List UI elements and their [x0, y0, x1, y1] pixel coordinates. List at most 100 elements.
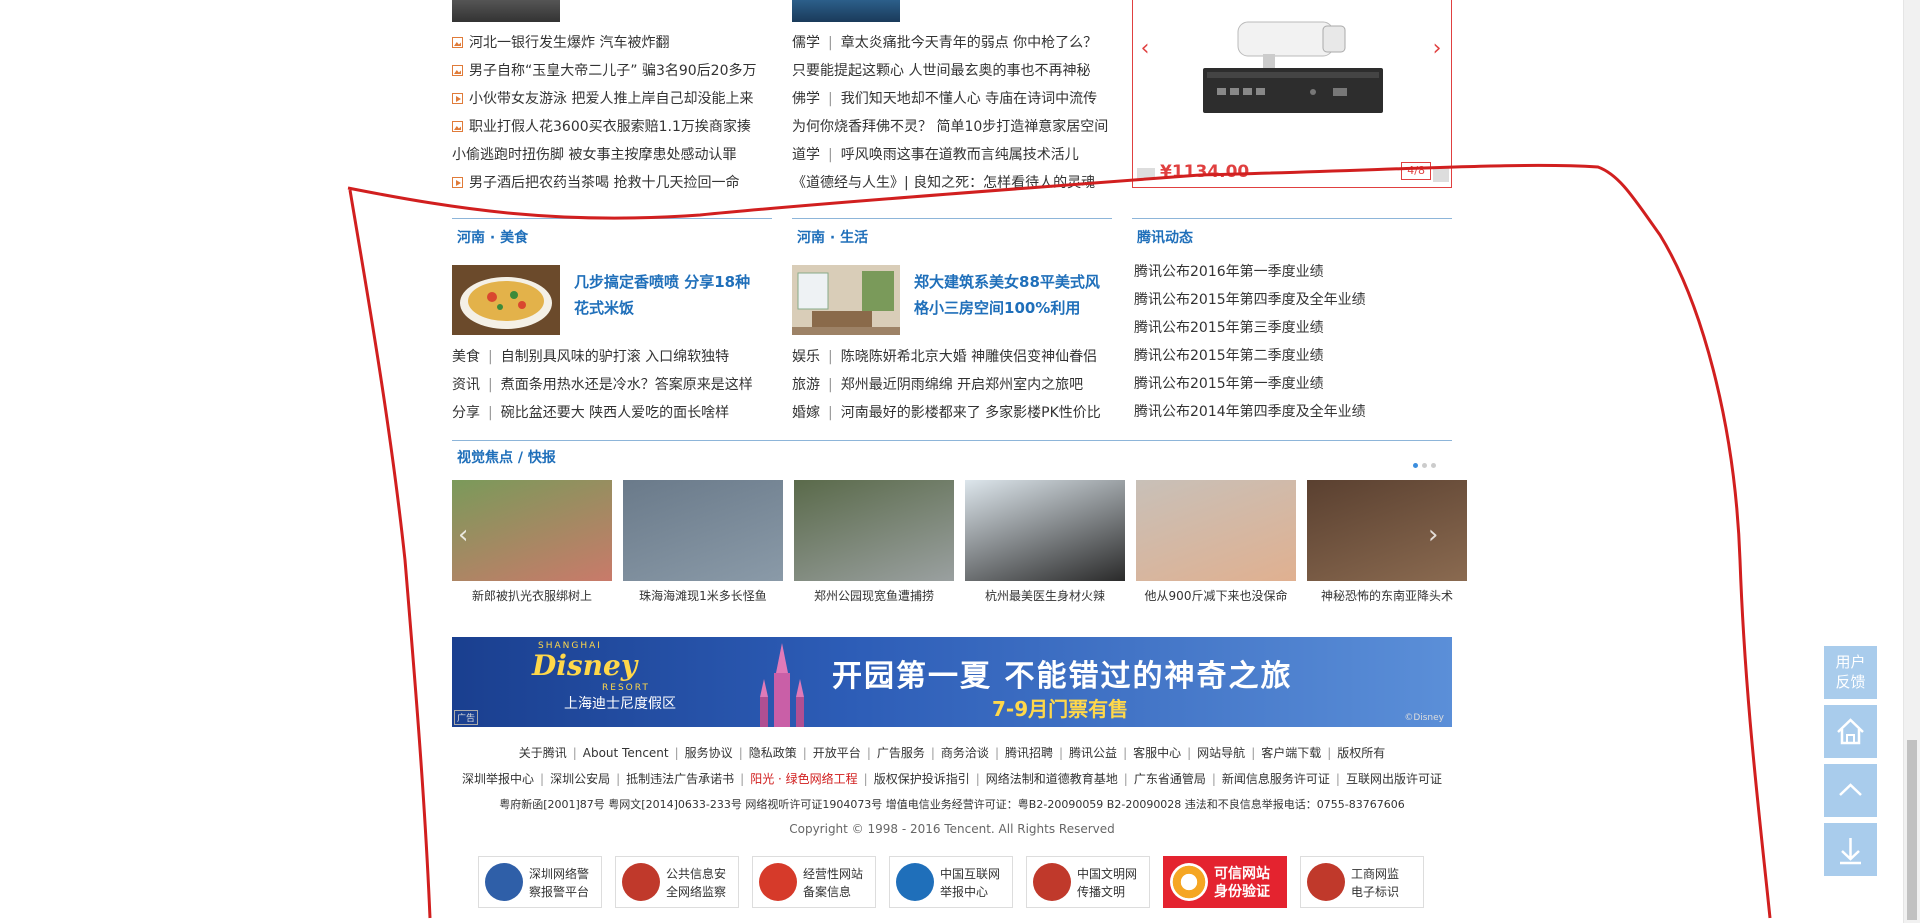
news-item[interactable]: 小偷逃跑时扭伤脚 被女事主按摩患处感动认罪 [452, 141, 772, 169]
news-item-text[interactable]: 职业打假人花3600买衣服索赔1.1万挨商家揍 [469, 119, 751, 135]
focus-photo[interactable] [794, 480, 954, 581]
scroll-bottom-button[interactable] [1824, 823, 1877, 876]
camera-product-image[interactable] [1193, 10, 1393, 125]
news-item[interactable]: 为何你烧香拜佛不灵？ 简单10步打造禅意家居空间 [792, 113, 1117, 141]
news-category[interactable]: 婚嫁 [792, 405, 820, 421]
photo-next-arrow[interactable]: › [1428, 520, 1438, 550]
footer-link[interactable]: 阳光 · 绿色网络工程 [750, 772, 857, 786]
news-category[interactable]: 道学 [792, 147, 820, 163]
product-ad-carousel[interactable]: ‹ › ¥1134.00 4/8 [1132, 0, 1452, 188]
news-item-text[interactable]: 自制别具风味的驴打滚 入口绵软独特 [501, 349, 729, 365]
news-item[interactable]: 旅游 | 郑州最近阴雨绵绵 开启郑州室内之旅吧 [792, 371, 1112, 399]
trust-badge[interactable]: 经营性网站 备案信息 [752, 856, 876, 908]
footer-link[interactable]: 版权所有 [1337, 746, 1385, 760]
news-item[interactable]: 男子自称“玉皇大帝二儿子” 骗3名90后20多万 [452, 57, 772, 85]
focus-photo[interactable] [452, 480, 612, 581]
news-item[interactable]: 婚嫁 | 河南最好的影楼都来了 多家影楼PK性价比 [792, 399, 1112, 427]
footer-link[interactable]: 腾讯招聘 [1005, 746, 1053, 760]
footer-link[interactable]: 关于腾讯 [519, 746, 567, 760]
news-item[interactable]: 道学 | 呼风唤雨这事在道教而言纯属技术活儿 [792, 141, 1117, 169]
home-button[interactable] [1824, 705, 1877, 758]
tencent-section-title[interactable]: 腾讯动态 [1137, 227, 1193, 247]
carousel-dot[interactable] [1413, 463, 1418, 468]
news-item[interactable]: 河北一银行发生爆炸 汽车被炸翻 [452, 29, 772, 57]
footer-link[interactable]: 网络法制和道德教育基地 [986, 772, 1118, 786]
photo-caption[interactable]: 郑州公园现宽鱼遭捕捞 [794, 587, 954, 604]
news-item[interactable]: 美食 | 自制别具风味的驴打滚 入口绵软独特 [452, 343, 772, 371]
scrollbar-thumb[interactable] [1907, 740, 1917, 920]
footer-link[interactable]: 隐私政策 [749, 746, 797, 760]
carousel-dots[interactable] [1409, 456, 1436, 472]
footer-link[interactable]: 腾讯公益 [1069, 746, 1117, 760]
life-feature-image[interactable] [792, 265, 900, 335]
disney-banner-ad[interactable]: SHANGHAI Disney RESORT 上海迪士尼度假区 开园第一夏 不能… [452, 637, 1452, 727]
footer-link[interactable]: 互联网出版许可证 [1346, 772, 1442, 786]
visual-focus-title[interactable]: 视觉焦点 / 快报 [457, 447, 556, 467]
trust-badge[interactable]: 公共信息安 全网络监察 [615, 856, 739, 908]
photo-caption[interactable]: 神秘恐怖的东南亚降头术 [1307, 587, 1467, 604]
news-item[interactable]: 腾讯公布2015年第一季度业绩 [1134, 370, 1366, 398]
footer-link[interactable]: 广告服务 [877, 746, 925, 760]
news-category[interactable]: 分享 [452, 405, 480, 421]
news-item-text[interactable]: 小偷逃跑时扭伤脚 被女事主按摩患处感动认罪 [452, 147, 736, 163]
news-item-text[interactable]: 只要能提起这颗心 人世间最玄奥的事也不再神秘 [792, 63, 1090, 79]
news-item-text[interactable]: 河北一银行发生爆炸 汽车被炸翻 [469, 35, 669, 51]
news-item[interactable]: 腾讯公布2015年第四季度及全年业绩 [1134, 286, 1366, 314]
news-item-text[interactable]: 为何你烧香拜佛不灵？ 简单10步打造禅意家居空间 [792, 119, 1108, 135]
focus-photo[interactable] [1136, 480, 1296, 581]
carousel-next-button[interactable]: › [1429, 35, 1445, 63]
news-item[interactable]: 分享 | 碗比盆还要大 陕西人爱吃的面长啥样 [452, 399, 772, 427]
footer-link[interactable]: 新闻信息服务许可证 [1222, 772, 1330, 786]
news-item[interactable]: 娱乐 | 陈晓陈妍希北京大婚 神雕侠侣变神仙眷侣 [792, 343, 1112, 371]
news-item-text[interactable]: 我们知天地却不懂人心 寺庙在诗词中流传 [841, 91, 1097, 107]
footer-link[interactable]: 开放平台 [813, 746, 861, 760]
trust-badge[interactable]: 中国文明网 传播文明 [1026, 856, 1150, 908]
news-item-text[interactable]: 河南最好的影楼都来了 多家影楼PK性价比 [841, 405, 1101, 421]
food-feature-image[interactable] [452, 265, 560, 335]
photo-caption[interactable]: 他从900斤减下来也没保命 [1136, 587, 1296, 604]
news-item[interactable]: 男子酒后把农药当茶喝 抢救十几天捡回一命 [452, 169, 772, 197]
footer-link[interactable]: 商务洽谈 [941, 746, 989, 760]
news-item[interactable]: 腾讯公布2016年第一季度业绩 [1134, 258, 1366, 286]
trust-badge[interactable]: 可信网站 身份验证 [1163, 856, 1287, 908]
focus-photo[interactable] [965, 480, 1125, 581]
news-category[interactable]: 佛学 [792, 91, 820, 107]
footer-link[interactable]: 客服中心 [1133, 746, 1181, 760]
news-category[interactable]: 娱乐 [792, 349, 820, 365]
news-item-text[interactable]: 碗比盆还要大 陕西人爱吃的面长啥样 [501, 405, 729, 421]
news-item[interactable]: 职业打假人花3600买衣服索赔1.1万挨商家揍 [452, 113, 772, 141]
news-item-text[interactable]: 煮面条用热水还是冷水？答案原来是这样 [501, 377, 753, 393]
news-item-text[interactable]: 男子自称“玉皇大帝二儿子” 骗3名90后20多万 [469, 63, 757, 79]
news-item-text[interactable]: 章太炎痛批今天青年的弱点 你中枪了么？ [841, 35, 1097, 51]
trust-badge[interactable]: 工商网监 电子标识 [1300, 856, 1424, 908]
carousel-dot[interactable] [1431, 463, 1436, 468]
footer-link[interactable]: 广东省通管局 [1134, 772, 1206, 786]
news-item-text[interactable]: 小伙带女友游泳 把爱人推上岸自己却没能上来 [469, 91, 753, 107]
carousel-prev-button[interactable]: ‹ [1137, 35, 1153, 63]
life-feature-title[interactable]: 郑大建筑系美女88平美式风格小三房空间100%利用 [914, 269, 1104, 321]
news-thumbnail[interactable] [792, 0, 900, 22]
footer-link[interactable]: 深圳举报中心 [462, 772, 534, 786]
product-price[interactable]: ¥1134.00 [1160, 162, 1249, 182]
footer-link[interactable]: 深圳公安局 [550, 772, 610, 786]
footer-link[interactable]: 服务协议 [685, 746, 733, 760]
trust-badge[interactable]: 深圳网络警 察报警平台 [478, 856, 602, 908]
photo-prev-arrow[interactable]: ‹ [458, 520, 468, 550]
news-thumbnail[interactable] [452, 0, 560, 22]
news-item-text[interactable]: 《道德经与人生》| 良知之死：怎样看待人的灵魂 [792, 175, 1095, 191]
news-item[interactable]: 腾讯公布2015年第二季度业绩 [1134, 342, 1366, 370]
life-section-title[interactable]: 河南 · 生活 [797, 227, 868, 247]
footer-link[interactable]: 版权保护投诉指引 [874, 772, 970, 786]
news-item[interactable]: 腾讯公布2015年第三季度业绩 [1134, 314, 1366, 342]
focus-photo[interactable] [1307, 480, 1467, 581]
news-item-text[interactable]: 陈晓陈妍希北京大婚 神雕侠侣变神仙眷侣 [841, 349, 1097, 365]
focus-photo[interactable] [623, 480, 783, 581]
carousel-dot[interactable] [1422, 463, 1427, 468]
news-category[interactable]: 儒学 [792, 35, 820, 51]
cart-icon[interactable] [1433, 168, 1449, 182]
news-item-text[interactable]: 呼风唤雨这事在道教而言纯属技术活儿 [841, 147, 1079, 163]
news-item[interactable]: 只要能提起这颗心 人世间最玄奥的事也不再神秘 [792, 57, 1117, 85]
news-item[interactable]: 佛学 | 我们知天地却不懂人心 寺庙在诗词中流传 [792, 85, 1117, 113]
news-category[interactable]: 美食 [452, 349, 480, 365]
news-item[interactable]: 《道德经与人生》| 良知之死：怎样看待人的灵魂 [792, 169, 1117, 197]
